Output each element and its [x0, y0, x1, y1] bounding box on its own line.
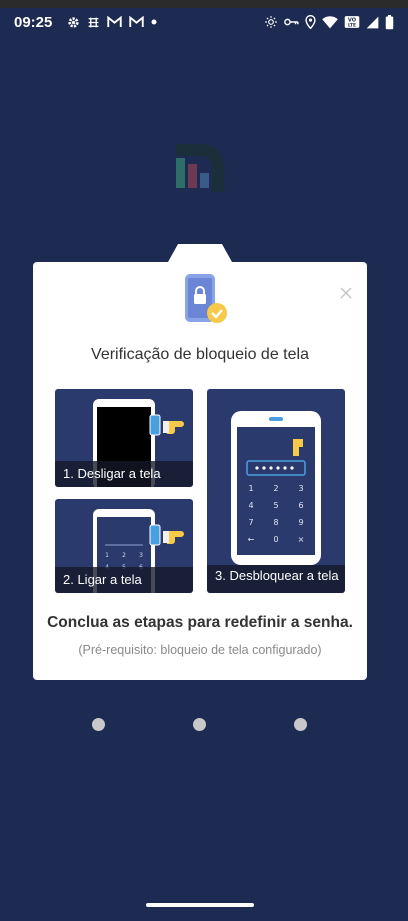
home-indicator[interactable] — [146, 903, 254, 907]
step-2-label: 2. Ligar a tela — [55, 567, 193, 593]
svg-text:3: 3 — [139, 552, 143, 559]
key-icon — [284, 17, 299, 27]
keypad-key: ← — [248, 535, 255, 544]
signal-icon — [366, 16, 379, 29]
main-instruction: Conclua as etapas para redefinir a senha… — [47, 614, 353, 631]
phone-lock-check-icon — [185, 274, 227, 323]
pager-dot[interactable] — [294, 718, 307, 731]
status-time: 09:25 — [14, 13, 53, 31]
keypad-key: 1 — [248, 484, 253, 493]
keypad-key: 6 — [298, 501, 303, 510]
grid-icon — [87, 16, 100, 29]
volte-icon: VO LTE — [344, 15, 360, 29]
keypad-key: × — [298, 535, 305, 544]
svg-text:2: 2 — [122, 552, 126, 559]
lockscreen-verification-card: Verificação de bloqueio de tela 1. Desli… — [33, 262, 367, 680]
prerequisite-note: (Pré-requisito: bloqueio de tela configu… — [78, 643, 322, 657]
dot-icon — [151, 19, 157, 25]
step-3-panel: 1 2 3 4 5 6 7 8 9 ← 0 × 3. Desbloquear a tela — [207, 389, 345, 593]
gear-icon — [67, 16, 80, 29]
pager-dot[interactable] — [193, 718, 206, 731]
svg-text:1: 1 — [105, 552, 109, 559]
step-1-label: 1. Desligar a tela — [55, 461, 193, 487]
close-icon[interactable] — [339, 286, 353, 300]
status-bar: 09:25 VO LTE — [0, 0, 408, 44]
battery-icon — [385, 14, 394, 30]
svg-text:VO: VO — [348, 17, 357, 23]
gmail-icon — [129, 16, 145, 28]
step-1-panel: 1. Desligar a tela — [55, 389, 193, 487]
keypad-key: 2 — [273, 484, 278, 493]
gmail-icon — [107, 16, 123, 28]
location-icon — [305, 15, 316, 29]
pager-dots — [0, 718, 408, 732]
keypad-key: 3 — [298, 484, 303, 493]
keypad-key: 8 — [273, 518, 278, 527]
step-2-panel: 123 456 2. Ligar a tela — [55, 499, 193, 593]
step-3-label: 3. Desbloquear a tela — [207, 565, 345, 593]
wifi-icon — [322, 15, 338, 29]
card-title: Verificação de bloqueio de tela — [91, 346, 309, 363]
phone-unlock-illustration: 1 2 3 4 5 6 7 8 9 ← 0 × — [231, 411, 321, 565]
keypad-key: 7 — [248, 518, 253, 527]
svg-text:LTE: LTE — [348, 22, 356, 28]
app-logo — [176, 144, 224, 192]
keypad-key: 9 — [298, 518, 303, 527]
pager-dot[interactable] — [92, 718, 105, 731]
keypad-key: 5 — [273, 501, 278, 510]
keypad-key: 0 — [273, 535, 278, 544]
keypad-key: 4 — [248, 501, 253, 510]
brightness-icon — [264, 15, 278, 29]
